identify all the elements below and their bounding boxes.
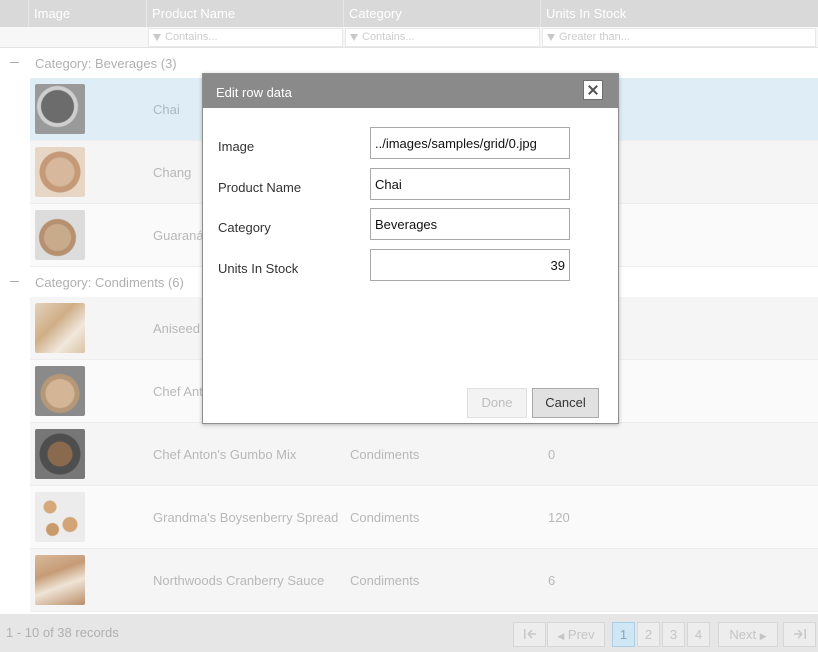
product-image bbox=[35, 210, 85, 260]
column-header-image[interactable]: Image bbox=[28, 0, 147, 27]
close-icon[interactable] bbox=[583, 80, 603, 100]
product-image bbox=[35, 303, 85, 353]
product-name-cell: Guaraná bbox=[153, 228, 204, 243]
page-button-2[interactable]: 2 bbox=[637, 622, 660, 647]
prev-page-button[interactable]: ◀ Prev bbox=[547, 622, 605, 647]
table-row[interactable]: Northwoods Cranberry Sauce Condiments 6 bbox=[30, 549, 818, 612]
column-header-units-in-stock[interactable]: Units In Stock bbox=[540, 0, 818, 27]
last-page-icon bbox=[793, 629, 806, 639]
product-name-cell: Chai bbox=[153, 102, 180, 117]
category-cell: Condiments bbox=[350, 510, 420, 525]
page-button-4[interactable]: 4 bbox=[687, 622, 710, 647]
record-count: 1 - 10 of 38 records bbox=[6, 625, 119, 640]
product-image bbox=[35, 147, 85, 197]
pager: 1 - 10 of 38 records ◀ Prev 1 2 3 4 Next… bbox=[0, 614, 818, 652]
collapse-icon[interactable] bbox=[10, 62, 19, 63]
product-name-field-label: Product Name bbox=[218, 180, 302, 195]
page-button-1[interactable]: 1 bbox=[612, 622, 635, 647]
collapse-icon[interactable] bbox=[10, 281, 19, 282]
table-row[interactable]: Chef Anton's Gumbo Mix Condiments 0 bbox=[30, 423, 818, 486]
product-image bbox=[35, 429, 85, 479]
edit-row-dialog: Edit row data Image Product Name Categor… bbox=[202, 73, 619, 424]
product-image bbox=[35, 84, 85, 134]
units-in-stock-cell: 6 bbox=[548, 573, 556, 588]
grid-header: Image Product Name Category Units In Sto… bbox=[0, 0, 818, 27]
category-filter[interactable]: Contains... bbox=[345, 28, 540, 47]
category-field[interactable] bbox=[370, 208, 570, 240]
product-image bbox=[35, 366, 85, 416]
product-name-cell: Chef Ant bbox=[153, 384, 203, 399]
next-page-button[interactable]: Next ▶ bbox=[718, 622, 778, 647]
cancel-button[interactable]: Cancel bbox=[532, 388, 599, 418]
table-row[interactable]: Grandma's Boysenberry Spread Condiments … bbox=[30, 486, 818, 549]
product-name-field[interactable] bbox=[370, 168, 570, 200]
product-image bbox=[35, 492, 85, 542]
product-image bbox=[35, 555, 85, 605]
image-field[interactable] bbox=[370, 127, 570, 159]
image-field-label: Image bbox=[218, 139, 255, 154]
last-page-button[interactable] bbox=[783, 622, 816, 647]
category-field-label: Category bbox=[218, 220, 271, 235]
product-name-cell: Chef Anton's Gumbo Mix bbox=[153, 447, 297, 462]
category-cell: Condiments bbox=[350, 447, 420, 462]
filter-icon[interactable] bbox=[153, 34, 161, 41]
column-header-product-name[interactable]: Product Name bbox=[146, 0, 344, 27]
units-in-stock-filter[interactable]: Greater than... bbox=[542, 28, 816, 47]
product-name-filter[interactable]: Contains... bbox=[148, 28, 343, 47]
column-header-category[interactable]: Category bbox=[343, 0, 541, 27]
page-button-3[interactable]: 3 bbox=[662, 622, 685, 647]
first-page-icon bbox=[523, 629, 536, 639]
product-name-cell: Grandma's Boysenberry Spread bbox=[153, 510, 339, 525]
product-name-cell: Northwoods Cranberry Sauce bbox=[153, 573, 325, 588]
prev-arrow-icon: ◀ bbox=[557, 631, 565, 641]
first-page-button[interactable] bbox=[513, 622, 546, 647]
dialog-title: Edit row data bbox=[216, 85, 292, 100]
units-in-stock-field-label: Units In Stock bbox=[218, 261, 299, 276]
dialog-title-bar[interactable]: Edit row data bbox=[203, 74, 618, 108]
filter-icon[interactable] bbox=[350, 34, 358, 41]
filter-icon[interactable] bbox=[547, 34, 555, 41]
next-arrow-icon: ▶ bbox=[759, 631, 767, 641]
category-cell: Condiments bbox=[350, 573, 420, 588]
filter-row: Contains... Contains... Greater than... bbox=[0, 27, 818, 48]
done-button[interactable]: Done bbox=[467, 388, 527, 418]
product-name-cell: Aniseed bbox=[153, 321, 200, 336]
product-name-cell: Chang bbox=[153, 165, 192, 180]
units-in-stock-cell: 120 bbox=[548, 510, 570, 525]
units-in-stock-cell: 0 bbox=[548, 447, 556, 462]
units-in-stock-field[interactable] bbox=[370, 249, 570, 281]
